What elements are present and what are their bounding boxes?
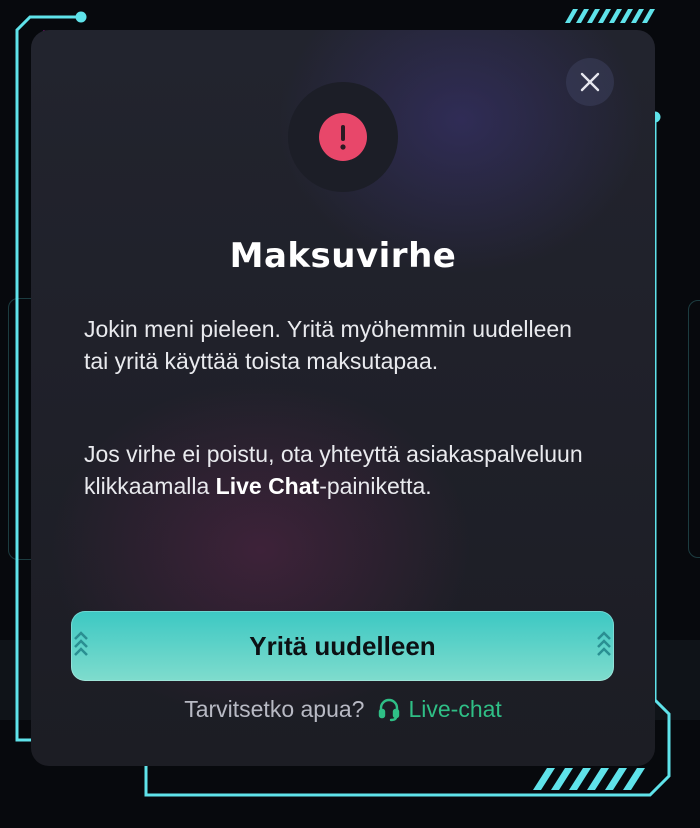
live-chat-link[interactable]: Live-chat: [378, 696, 502, 723]
alert-icon: [319, 113, 367, 161]
frame-node-top: [75, 11, 87, 23]
live-chat-label: Live-chat: [408, 696, 502, 722]
close-icon: [580, 72, 600, 92]
decorative-stripes-bottom: [533, 768, 645, 790]
page: Maksuvirhe Jokin meni pieleen. Yritä myö…: [0, 0, 700, 828]
chevrons-up-icon: [597, 631, 611, 656]
dialog-title: Maksuvirhe: [229, 236, 457, 276]
exclamation-icon: [340, 125, 346, 150]
retry-button[interactable]: Yritä uudelleen: [71, 611, 614, 681]
alert-icon-container: [288, 82, 398, 192]
decorative-stripes-top: [565, 9, 655, 23]
support-message-suffix: -painiketta.: [319, 473, 432, 499]
close-button[interactable]: [566, 58, 614, 106]
help-row: Tarvitsetko apua? Live-chat: [31, 696, 655, 723]
help-question: Tarvitsetko apua?: [184, 696, 365, 722]
support-message: Jos virhe ei poistu, ota yhteyttä asiaka…: [84, 438, 594, 502]
error-message: Jokin meni pieleen. Yritä myöhemmin uude…: [84, 316, 572, 374]
chevrons-up-icon: [74, 631, 88, 656]
retry-button-label: Yritä uudelleen: [249, 630, 436, 661]
live-chat-emphasis: Live Chat: [215, 473, 320, 499]
headset-icon: [379, 698, 400, 721]
